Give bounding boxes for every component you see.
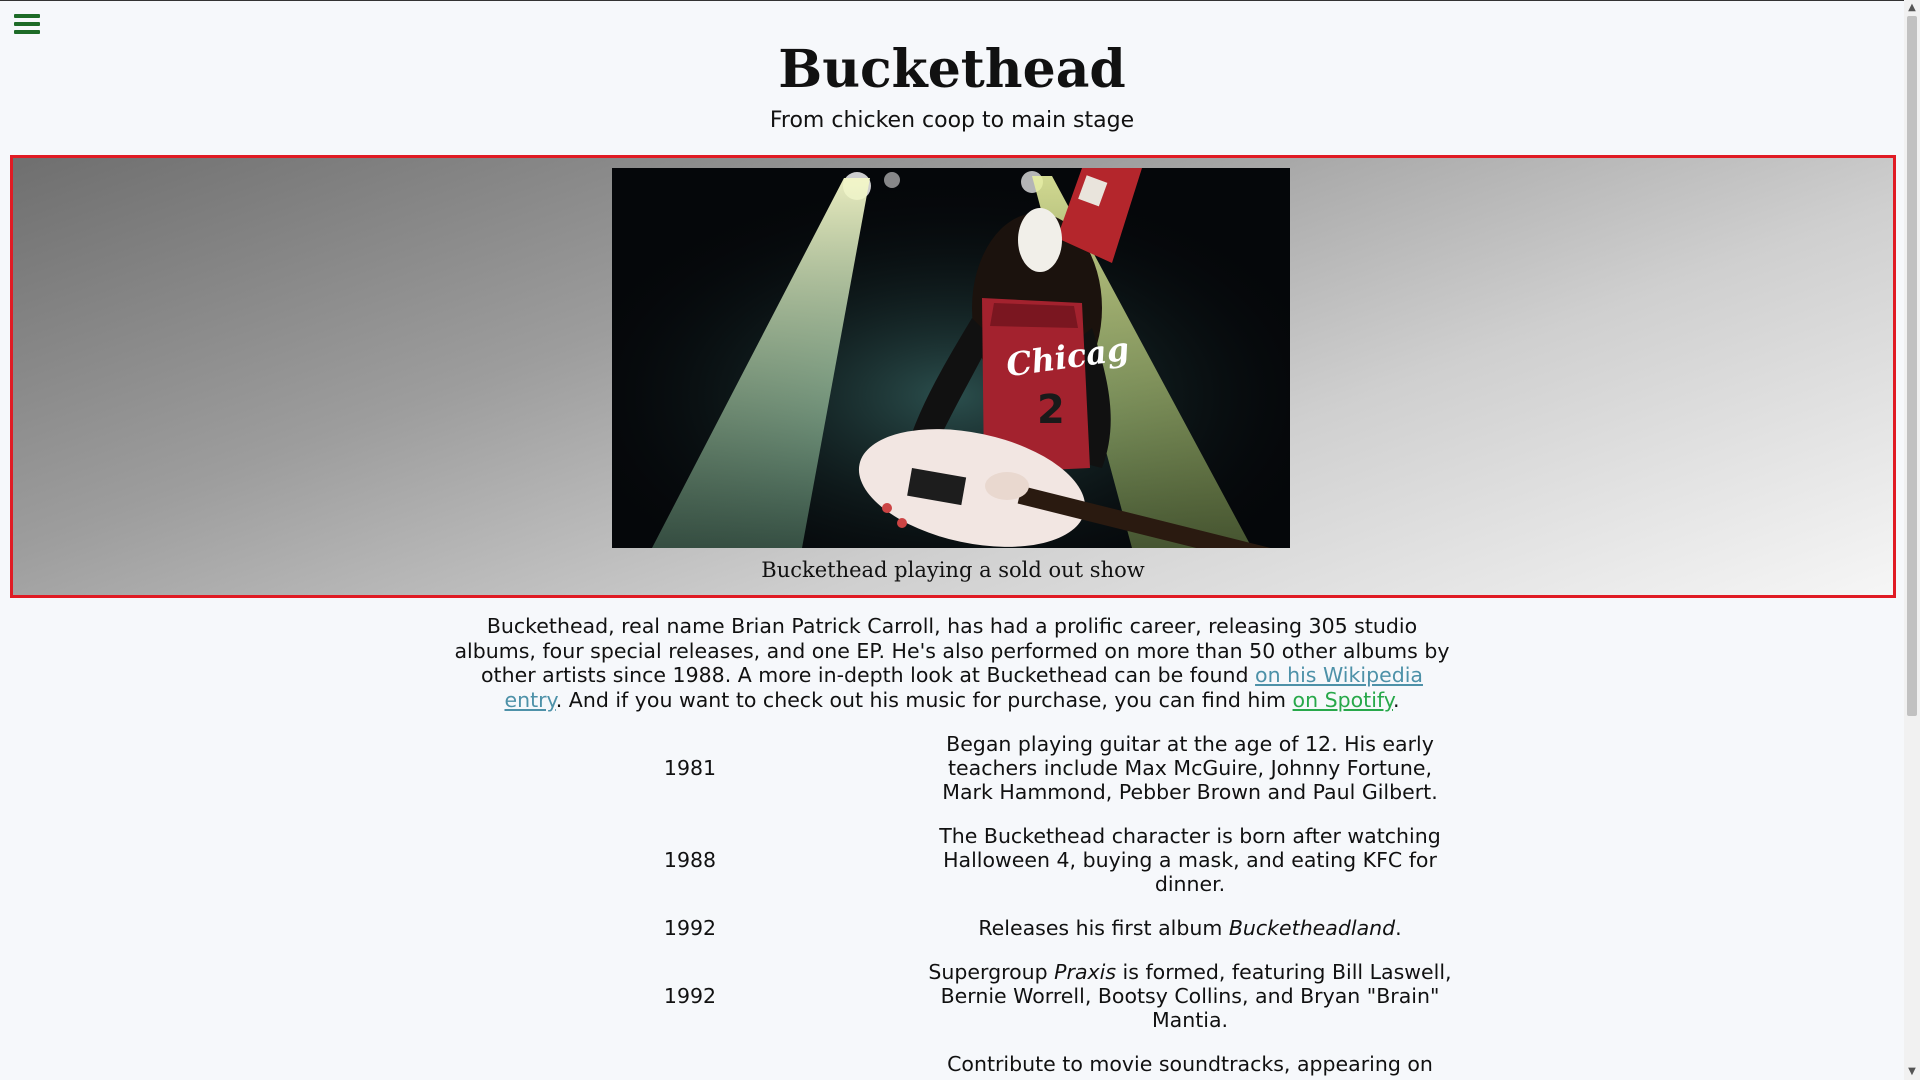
chevron-up-icon[interactable]: ▲ bbox=[1904, 0, 1920, 16]
timeline-description: Contribute to movie soundtracks, appeari… bbox=[947, 1052, 1433, 1076]
timeline-description: Releases his first album Bucketheadland. bbox=[925, 916, 1455, 940]
vertical-scrollbar[interactable]: ▲ ▼ bbox=[1904, 0, 1920, 1080]
page-title: Buckethead bbox=[778, 39, 1126, 100]
spotify-link[interactable]: on Spotify bbox=[1293, 688, 1393, 712]
intro-paragraph: Buckethead, real name Brian Patrick Carr… bbox=[452, 614, 1452, 712]
timeline-description: Began playing guitar at the age of 12. H… bbox=[942, 732, 1438, 804]
intro-text: . bbox=[1392, 687, 1400, 712]
menu-bar bbox=[14, 30, 40, 34]
hamburger-menu-icon[interactable] bbox=[14, 12, 40, 36]
timeline-description: Supergroup Praxis is formed, featuring B… bbox=[925, 960, 1455, 1032]
timeline-year: 1988 bbox=[663, 848, 717, 872]
scrollbar-thumb[interactable] bbox=[1907, 16, 1917, 716]
band-name: Praxis bbox=[1054, 960, 1117, 984]
timeline-description: The Buckethead character is born after w… bbox=[939, 824, 1441, 896]
description-text: Releases his first album bbox=[978, 916, 1229, 940]
menu-bar bbox=[14, 22, 40, 26]
description-text: Supergroup bbox=[928, 960, 1055, 984]
album-title: Bucketheadland bbox=[1228, 916, 1396, 940]
timeline-year: 1992 bbox=[663, 916, 717, 940]
page-subtitle: From chicken coop to main stage bbox=[769, 108, 1135, 133]
menu-bar bbox=[14, 14, 40, 18]
chevron-down-icon[interactable]: ▼ bbox=[1904, 1064, 1920, 1080]
timeline-year: 1992 bbox=[663, 984, 717, 1008]
hero-caption: Buckethead playing a sold out show bbox=[761, 558, 1145, 582]
description-text: . bbox=[1395, 916, 1402, 940]
intro-text: . And if you want to check out his music… bbox=[555, 687, 1293, 712]
hero-photo: Chicag 2 bbox=[612, 168, 1290, 548]
timeline-year: 1981 bbox=[663, 756, 717, 780]
svg-text:2: 2 bbox=[1037, 387, 1065, 433]
hero-figure: Chicag 2 Buckethead playing a sold out s… bbox=[10, 155, 1896, 598]
top-border bbox=[0, 0, 1920, 1]
